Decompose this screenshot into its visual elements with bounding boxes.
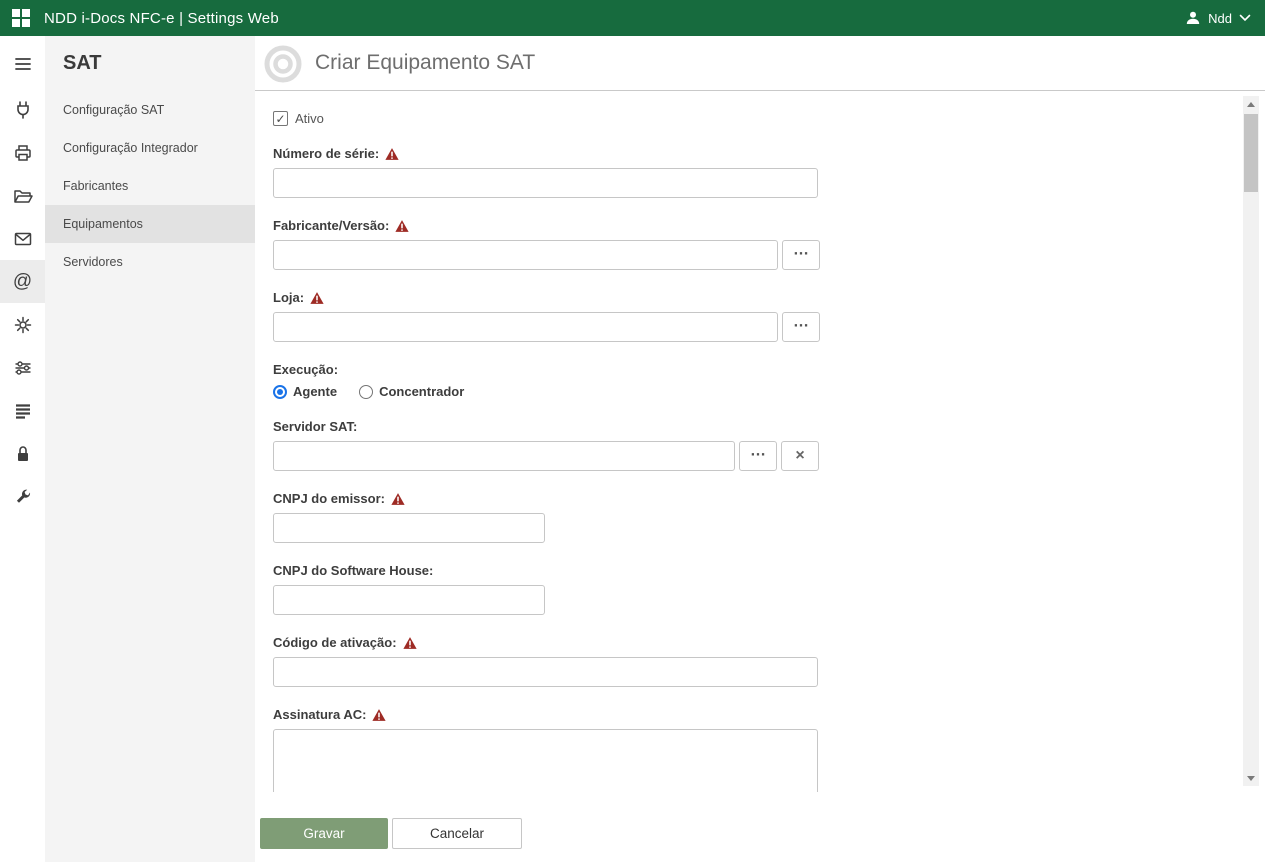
fabricante-versao-label: Fabricante/Versão: xyxy=(273,218,1205,233)
nav-mail[interactable] xyxy=(0,217,45,260)
radio-button-icon xyxy=(273,385,287,399)
required-warning-icon xyxy=(385,147,399,161)
servidor-sat-input xyxy=(273,441,735,471)
nav-files[interactable] xyxy=(0,174,45,217)
nav-sat[interactable]: @ xyxy=(0,260,45,303)
swirl-logo-icon xyxy=(259,39,307,87)
sidebar-item-servidores[interactable]: Servidores xyxy=(45,243,255,281)
sidebar-item-configuracao-integrador[interactable]: Configuração Integrador xyxy=(45,129,255,167)
sliders-icon xyxy=(13,358,33,378)
folder-icon xyxy=(13,186,33,206)
scroll-down-icon xyxy=(1247,776,1255,781)
sidebar-item-fabricantes[interactable]: Fabricantes xyxy=(45,167,255,205)
plug-icon xyxy=(13,100,33,120)
user-icon xyxy=(1185,10,1201,26)
codigo-ativacao-input[interactable] xyxy=(273,657,818,687)
page-title: Criar Equipamento SAT xyxy=(315,51,535,75)
required-warning-icon xyxy=(395,219,409,233)
icon-rail: @ xyxy=(0,36,45,862)
servidor-sat-label: Servidor SAT: xyxy=(273,419,1205,434)
at-icon: @ xyxy=(13,271,32,293)
sidebar: SAT Configuração SAT Configuração Integr… xyxy=(45,36,255,862)
page-header: Criar Equipamento SAT xyxy=(255,36,1265,91)
clear-x-icon: × xyxy=(795,447,804,465)
loja-input xyxy=(273,312,778,342)
radio-agente[interactable]: Agente xyxy=(273,384,337,399)
servidor-sat-browse-button[interactable]: … xyxy=(739,441,777,471)
wrench-icon xyxy=(13,487,33,507)
form-actions: Gravar Cancelar xyxy=(255,792,1265,862)
required-warning-icon xyxy=(403,636,417,650)
stack-icon xyxy=(13,401,33,421)
ellipsis-icon: … xyxy=(793,242,809,260)
assinatura-ac-label: Assinatura AC: xyxy=(273,707,1205,722)
radio-button-icon xyxy=(359,385,373,399)
loja-label: Loja: xyxy=(273,290,1205,305)
nav-integrations[interactable] xyxy=(0,88,45,131)
fabricante-versao-input xyxy=(273,240,778,270)
vertical-scrollbar[interactable] xyxy=(1243,96,1259,786)
user-menu[interactable]: Ndd xyxy=(1185,10,1251,26)
nav-queue[interactable] xyxy=(0,389,45,432)
ativo-field: ✓ Ativo xyxy=(273,111,1205,126)
nav-preferences[interactable] xyxy=(0,346,45,389)
cnpj-emissor-label: CNPJ do emissor: xyxy=(273,491,1205,506)
user-name: Ndd xyxy=(1208,11,1232,26)
nav-settings[interactable] xyxy=(0,303,45,346)
loja-browse-button[interactable]: … xyxy=(782,312,820,342)
required-warning-icon xyxy=(391,492,405,506)
form-scroll-region: ✓ Ativo Número de série: Fabricante/Vers… xyxy=(255,91,1265,792)
sidebar-item-equipamentos[interactable]: Equipamentos xyxy=(45,205,255,243)
lock-icon xyxy=(13,444,33,464)
servidor-sat-clear-button[interactable]: × xyxy=(781,441,819,471)
execucao-label: Execução: xyxy=(273,362,1205,377)
numero-serie-input[interactable] xyxy=(273,168,818,198)
nav-menu[interactable] xyxy=(0,42,45,85)
nav-printers[interactable] xyxy=(0,131,45,174)
numero-serie-label: Número de série: xyxy=(273,146,1205,161)
scroll-up-icon xyxy=(1247,102,1255,107)
ellipsis-icon: … xyxy=(793,314,809,332)
save-button[interactable]: Gravar xyxy=(260,818,388,849)
fabricante-versao-browse-button[interactable]: … xyxy=(782,240,820,270)
ellipsis-icon: … xyxy=(750,443,766,461)
scroll-up-button[interactable] xyxy=(1243,96,1259,112)
ativo-label: Ativo xyxy=(295,111,324,126)
printer-icon xyxy=(13,143,33,163)
app-title: NDD i-Docs NFC-e | Settings Web xyxy=(44,10,279,27)
top-bar: NDD i-Docs NFC-e | Settings Web Ndd xyxy=(0,0,1265,36)
sidebar-item-configuracao-sat[interactable]: Configuração SAT xyxy=(45,91,255,129)
mail-icon xyxy=(13,229,33,249)
scroll-down-button[interactable] xyxy=(1243,770,1259,786)
menu-icon xyxy=(13,54,33,74)
sidebar-title: SAT xyxy=(45,36,255,91)
nav-tools[interactable] xyxy=(0,475,45,518)
required-warning-icon xyxy=(372,708,386,722)
cnpj-emissor-input[interactable] xyxy=(273,513,545,543)
check-mark-icon: ✓ xyxy=(275,112,285,126)
scrollbar-thumb[interactable] xyxy=(1244,114,1258,192)
codigo-ativacao-label: Código de ativação: xyxy=(273,635,1205,650)
radio-concentrador[interactable]: Concentrador xyxy=(359,384,464,399)
cancel-button[interactable]: Cancelar xyxy=(392,818,522,849)
required-warning-icon xyxy=(310,291,324,305)
nav-security[interactable] xyxy=(0,432,45,475)
assinatura-ac-textarea[interactable] xyxy=(273,729,818,792)
execucao-radio-group: Agente Concentrador xyxy=(273,384,1205,399)
cnpj-software-house-label: CNPJ do Software House: xyxy=(273,563,1205,578)
gear-icon xyxy=(13,315,33,335)
app-launcher-grid-icon[interactable] xyxy=(12,9,30,27)
cnpj-software-house-input[interactable] xyxy=(273,585,545,615)
chevron-down-icon xyxy=(1239,14,1251,22)
ativo-checkbox[interactable]: ✓ xyxy=(273,111,288,126)
